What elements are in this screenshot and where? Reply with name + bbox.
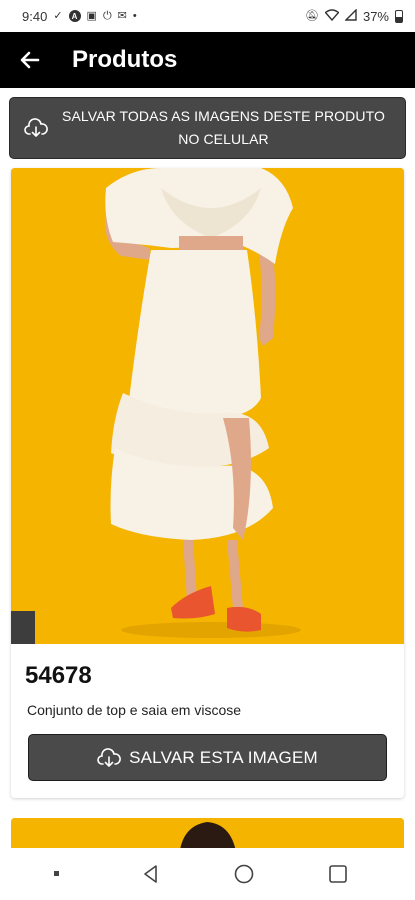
cloud-download-icon (97, 747, 121, 768)
status-right: 🔕︎ 37% (305, 7, 403, 24)
check-icon: ✓ (53, 9, 63, 22)
save-all-label: SALVAR TODAS AS IMAGENS DESTE PRODUTO NO… (62, 108, 385, 147)
more-icon: • (132, 9, 137, 22)
mute-icon: 🔕︎ (305, 9, 319, 22)
app-bar: Produtos (0, 32, 415, 88)
wifi-icon (324, 8, 340, 24)
triangle-back-icon (143, 865, 157, 883)
battery-icon (395, 9, 403, 23)
status-left: 9:40 ✓ A ▣ ⏻ ✉ • (22, 9, 137, 24)
photo-icon: ▣ (86, 9, 97, 22)
arrow-left-icon (20, 51, 40, 69)
system-nav-bar (0, 848, 415, 900)
image-indicator (11, 611, 35, 644)
dot-icon (53, 871, 59, 876)
nav-menu-button[interactable] (32, 854, 82, 894)
nav-back-button[interactable] (126, 854, 176, 894)
save-this-image-button[interactable]: SALVAR ESTA IMAGEM (28, 734, 387, 781)
signal-icon (344, 7, 357, 24)
page-title: Produtos (72, 46, 178, 73)
product-description: Conjunto de top e saia em viscose (27, 702, 242, 718)
product-image[interactable] (11, 168, 404, 644)
app-a-icon: A (68, 10, 81, 22)
save-all-images-button[interactable]: SALVAR TODAS AS IMAGENS DESTE PRODUTO NO… (9, 97, 406, 159)
product-sku: 54678 (25, 662, 92, 689)
back-button[interactable] (2, 32, 58, 88)
cloud-download-icon (24, 118, 48, 138)
nav-home-button[interactable] (219, 854, 269, 894)
save-this-image-label: SALVAR ESTA IMAGEM (129, 747, 318, 767)
status-bar: 9:40 ✓ A ▣ ⏻ ✉ • 🔕︎ 37% (0, 0, 415, 32)
status-time: 9:40 (22, 8, 48, 24)
power-icon: ⏻ (102, 9, 112, 22)
battery-text: 37% (362, 8, 389, 24)
model-photo (11, 168, 404, 644)
mail-icon: ✉ (117, 9, 127, 22)
product-card: 54678 Conjunto de top e saia em viscose … (11, 168, 404, 798)
circle-home-icon (235, 864, 254, 884)
square-recents-icon (329, 865, 347, 883)
nav-recents-button[interactable] (313, 854, 363, 894)
